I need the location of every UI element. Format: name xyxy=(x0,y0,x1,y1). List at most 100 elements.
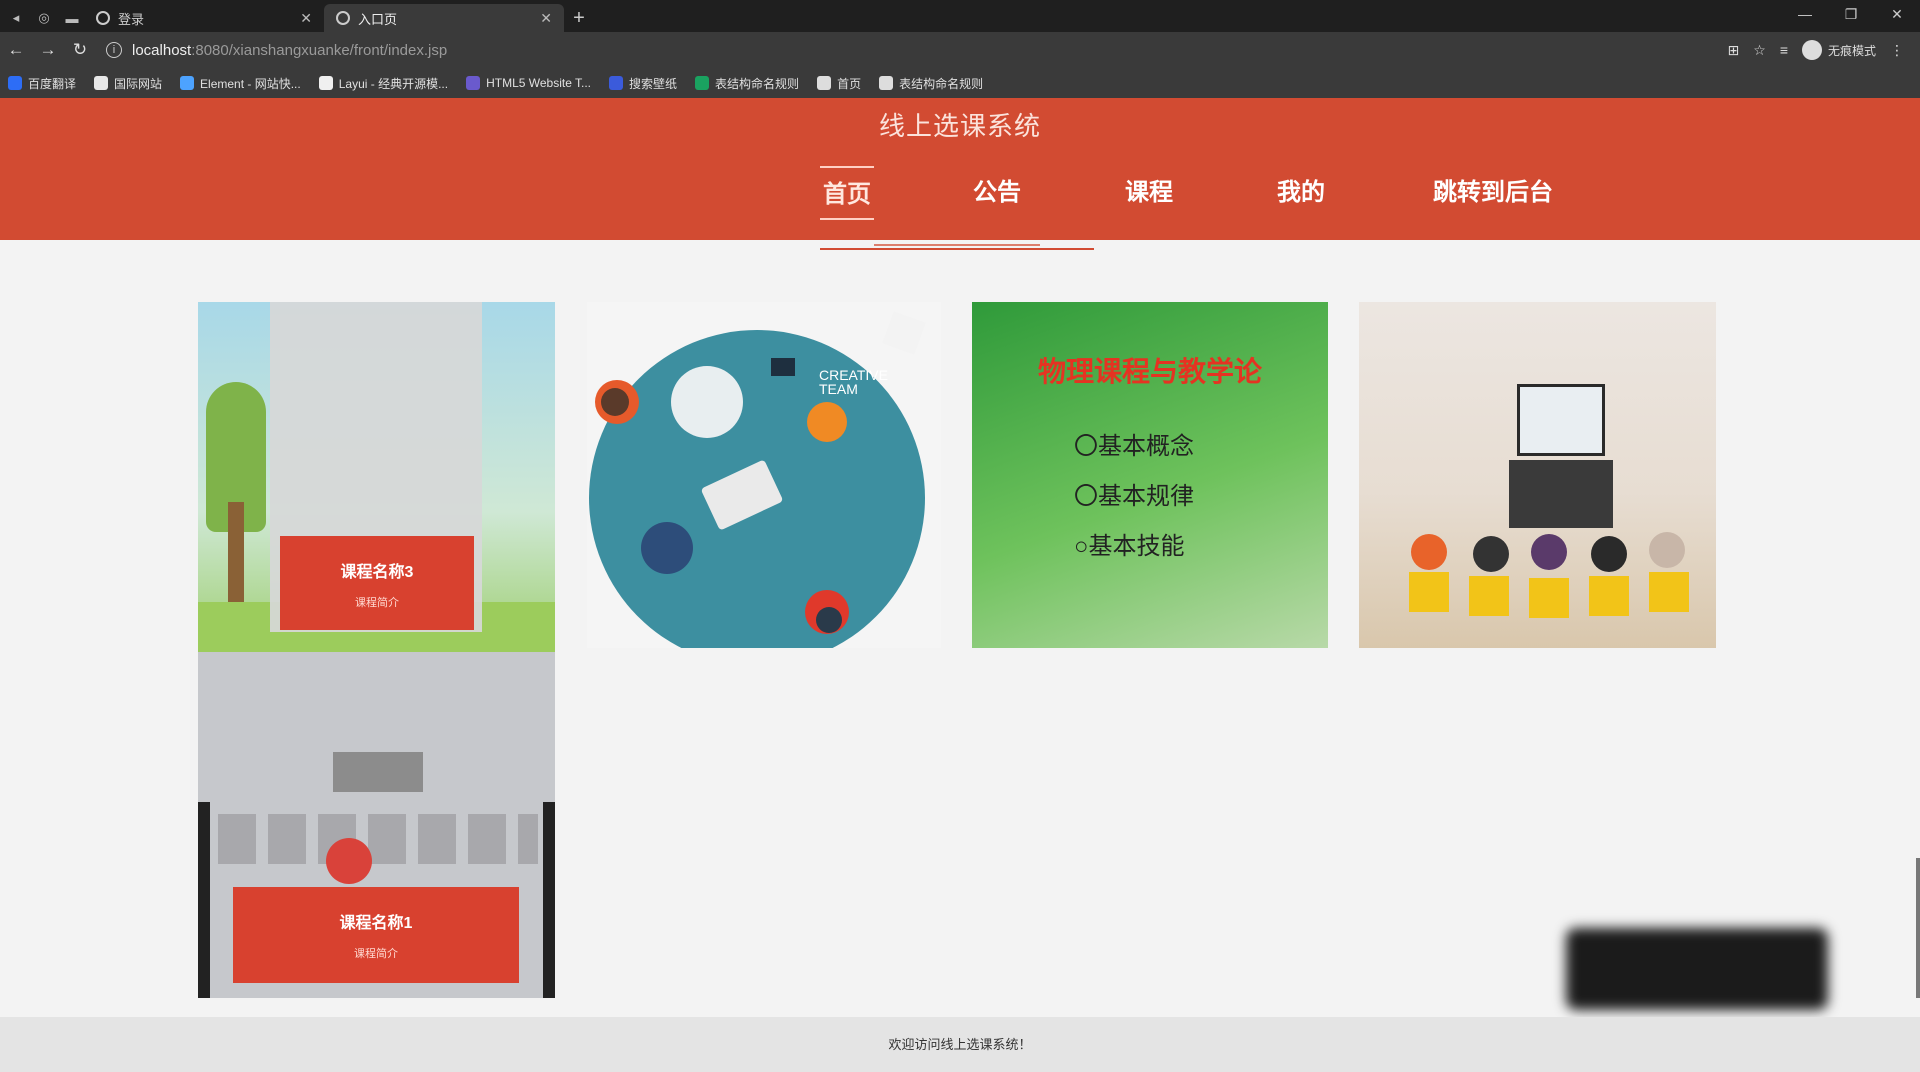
bookmark-icon xyxy=(466,76,481,90)
topic-item: ○基本技能 xyxy=(1074,533,1185,560)
bookmark-label: 首页 xyxy=(837,76,862,91)
bookmark-item[interactable]: 国际网站 xyxy=(94,75,162,92)
close-icon[interactable]: ✕ xyxy=(540,10,552,27)
bookmark-item[interactable]: 表结构命名规则 xyxy=(879,75,983,92)
audio-icon[interactable]: ◂ xyxy=(4,4,28,32)
menu-mine[interactable]: 我的 xyxy=(1276,166,1326,220)
forward-icon[interactable]: → xyxy=(32,34,64,66)
site-header: 线上选课系统 首页 公告 课程 我的 跳转到后台 xyxy=(0,98,1920,240)
bookmark-icon xyxy=(817,76,832,90)
url-host: localhost xyxy=(132,41,192,59)
topic-item: 〇基本规律 xyxy=(1074,483,1194,510)
course-card-column: 课程名称3 课程简介 课程名称1 课程简介 xyxy=(198,302,555,998)
course-card-overlay[interactable]: 课程名称3 课程简介 xyxy=(280,536,474,630)
bookmark-item[interactable]: 表结构命名规则 xyxy=(695,75,799,92)
main-menu: 首页 公告 课程 我的 跳转到后台 xyxy=(820,166,1558,220)
bookmark-item[interactable]: 首页 xyxy=(817,75,861,92)
star-icon[interactable]: ☆ xyxy=(1753,42,1766,59)
bookmark-label: 国际网站 xyxy=(114,76,163,91)
course-name: 课程名称3 xyxy=(340,564,414,581)
tab-title: 入口页 xyxy=(358,11,398,27)
page: 线上选课系统 首页 公告 课程 我的 跳转到后台 课程名称3 课程简介 课程名称… xyxy=(0,98,1920,1072)
topic-item: 〇基本概念 xyxy=(1074,433,1194,460)
bookmark-label: HTML5 Website T... xyxy=(486,76,592,90)
menu-underline xyxy=(820,248,1094,250)
tab-favicon-icon xyxy=(336,11,350,25)
menu-icon[interactable]: ⋮ xyxy=(1890,42,1904,59)
bookmark-item[interactable]: HTML5 Website T... xyxy=(466,76,591,90)
bookmark-icon xyxy=(695,76,710,90)
bookmark-label: 百度翻译 xyxy=(28,76,77,91)
bookmark-icon xyxy=(879,76,894,90)
globe-icon[interactable]: ◎ xyxy=(32,4,56,32)
incognito-label: 无痕模式 xyxy=(1827,43,1876,58)
screen-image xyxy=(1517,384,1605,456)
tab-index[interactable]: 入口页 ✕ xyxy=(324,4,564,32)
bookmark-label: 搜索壁纸 xyxy=(629,76,678,91)
cursor-highlight xyxy=(326,838,372,884)
bookmark-icon xyxy=(609,76,624,90)
bookmark-item[interactable]: Element - 网站快... xyxy=(180,75,301,92)
translate-icon[interactable]: ⊞ xyxy=(1728,42,1740,59)
tab-title: 登录 xyxy=(118,11,145,27)
site-footer: 欢迎访问线上选课系统！ xyxy=(0,1017,1920,1072)
bookmark-item[interactable]: Layui - 经典开源模... xyxy=(318,75,449,92)
course-card-physics[interactable]: 物理课程与教学论 〇基本概念 〇基本规律 ○基本技能 xyxy=(972,302,1328,648)
new-tab-icon[interactable]: + xyxy=(564,4,594,32)
incognito-badge[interactable]: 无痕模式 xyxy=(1801,40,1876,60)
menu-notice[interactable]: 公告 xyxy=(972,166,1022,220)
screen-edge xyxy=(543,802,555,998)
tab-login[interactable]: 登录 ✕ xyxy=(84,4,324,32)
close-window-icon[interactable]: ✕ xyxy=(1874,0,1920,28)
close-icon[interactable]: ✕ xyxy=(300,10,312,27)
course-card-image[interactable]: 课程名称1 课程简介 xyxy=(198,652,555,998)
menu-underline xyxy=(874,244,1040,246)
seats-image xyxy=(218,814,538,864)
reading-list-icon[interactable]: ≡ xyxy=(1780,42,1788,58)
bookmarks-bar: 百度翻译 国际网站 Element - 网站快... Layui - 经典开源模...… xyxy=(0,68,1920,98)
blurred-overlay xyxy=(1566,928,1828,1010)
bookmark-label: 表结构命名规则 xyxy=(715,76,800,91)
bookmark-item[interactable]: 百度翻译 xyxy=(8,75,76,92)
children-photo xyxy=(1409,532,1689,618)
restore-icon[interactable]: ❐ xyxy=(1828,0,1874,28)
podium-image xyxy=(333,752,423,792)
browser-tab-bar: ◂ ◎ ▬ 登录 ✕ 入口页 ✕ + — ❐ ✕ xyxy=(0,0,1920,32)
scrollbar[interactable] xyxy=(1916,858,1920,998)
tree-image xyxy=(228,502,244,612)
course-card-classroom[interactable] xyxy=(1359,302,1716,648)
course-intro: 课程简介 xyxy=(355,597,399,609)
url-path: :8080/xianshangxuanke/front/index.jsp xyxy=(191,41,448,59)
incognito-icon xyxy=(1801,40,1822,60)
minimize-icon[interactable]: — xyxy=(1782,0,1828,28)
url-field[interactable]: i localhost:8080/xianshangxuanke/front/i… xyxy=(106,36,1646,64)
creative-title-2: TEAM xyxy=(819,381,858,397)
course-card-creative-team[interactable]: CREATIVE TEAM xyxy=(587,302,941,648)
bookmark-icon xyxy=(318,76,333,90)
course-card-image[interactable]: 课程名称3 课程简介 xyxy=(198,302,555,652)
topic-list: 〇基本概念 〇基本规律 ○基本技能 xyxy=(1074,422,1194,572)
tab-favicon-icon xyxy=(96,11,110,25)
bookmark-item[interactable]: 搜索壁纸 xyxy=(609,75,677,92)
course-card-overlay[interactable]: 课程名称1 课程简介 xyxy=(233,887,519,983)
reload-icon[interactable]: ↻ xyxy=(64,34,96,66)
menu-course[interactable]: 课程 xyxy=(1124,166,1174,220)
address-bar: ← → ↻ i localhost:8080/xianshangxuanke/f… xyxy=(0,32,1920,68)
bookmark-label: Layui - 经典开源模... xyxy=(338,76,449,91)
bookmark-label: 表结构命名规则 xyxy=(899,76,984,91)
bookmark-icon xyxy=(8,76,22,90)
bookmark-icon xyxy=(180,76,195,90)
course-name: 课程名称1 xyxy=(339,915,413,932)
bookmark-label: Element - 网站快... xyxy=(200,76,301,91)
info-icon[interactable]: i xyxy=(106,42,122,58)
back-icon[interactable]: ← xyxy=(0,34,32,66)
window-icon[interactable]: ▬ xyxy=(60,4,84,32)
window-controls: — ❐ ✕ xyxy=(1782,0,1920,28)
site-title: 线上选课系统 xyxy=(878,111,1041,141)
screen-edge xyxy=(198,802,210,998)
course-intro: 课程简介 xyxy=(354,948,398,960)
creative-team-illustration: CREATIVE TEAM xyxy=(589,311,926,648)
bookmark-icon xyxy=(94,76,109,90)
menu-home[interactable]: 首页 xyxy=(820,166,874,220)
menu-admin[interactable]: 跳转到后台 xyxy=(1428,166,1558,220)
